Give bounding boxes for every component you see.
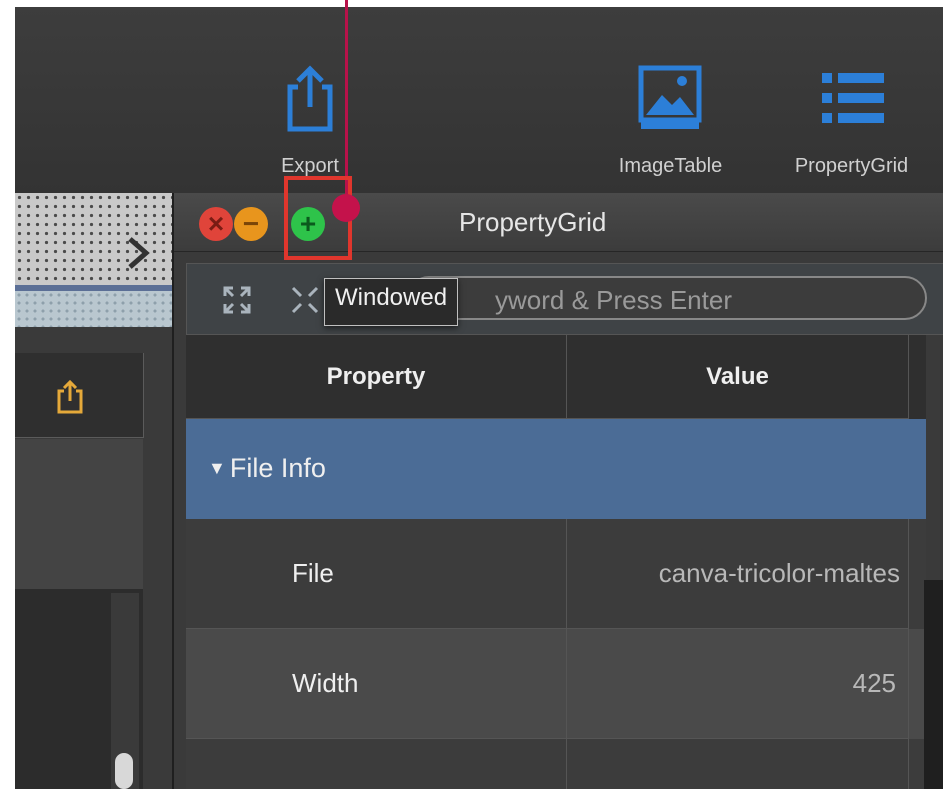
property-cell: File — [186, 519, 567, 629]
value-cell[interactable]: 425 — [567, 629, 909, 739]
left-pane — [15, 193, 172, 789]
collapse-icon[interactable] — [291, 286, 319, 314]
scrollbar-thumb[interactable] — [115, 753, 133, 789]
search-placeholder: yword & Press Enter — [495, 285, 732, 315]
share-icon — [287, 65, 333, 132]
disclosure-triangle-icon[interactable]: ▼ — [208, 458, 226, 479]
group-row-file-info[interactable]: ▼ File Info — [186, 419, 926, 519]
column-header-value[interactable]: Value — [567, 335, 909, 419]
minimize-button[interactable]: − — [234, 207, 268, 241]
group-label: File Info — [229, 453, 326, 483]
table-row[interactable]: File canva-tricolor-maltes — [186, 519, 926, 629]
close-button[interactable]: × — [199, 207, 233, 241]
column-header-property[interactable]: Property — [186, 335, 567, 419]
table-row[interactable]: Width 425 — [186, 629, 926, 739]
group-value-cell — [567, 419, 909, 519]
property-cell — [186, 739, 567, 789]
image-icon — [638, 65, 702, 129]
chevron-right-icon[interactable] — [118, 233, 158, 273]
value-cell[interactable] — [567, 739, 909, 789]
property-cell: Width — [186, 629, 567, 739]
search-input[interactable]: yword & Press Enter — [407, 276, 927, 320]
left-panel — [15, 439, 143, 589]
export-label: Export — [281, 155, 339, 177]
imagetable-label: ImageTable — [618, 155, 723, 177]
share-icon[interactable] — [55, 379, 85, 415]
window-title: PropertyGrid — [459, 207, 607, 237]
minimize-icon: − — [242, 208, 260, 239]
propertygrid-label: PropertyGrid — [794, 155, 909, 177]
toolbar: Export ImageTable PropertyGrid — [15, 7, 943, 193]
table-scroll-gutter — [924, 580, 943, 789]
table-header: Property Value — [186, 335, 926, 419]
filter-bar: yword & Press Enter — [186, 263, 943, 335]
propertygrid-window: × − + PropertyGrid yword & Press Enter W… — [172, 193, 943, 789]
annotation-marker — [332, 194, 360, 222]
list-icon — [822, 73, 884, 123]
image-preview-strip — [15, 291, 172, 327]
windowed-tooltip: Windowed — [324, 278, 459, 326]
value-cell[interactable]: canva-tricolor-maltes — [567, 519, 909, 629]
expand-icon[interactable] — [223, 286, 251, 314]
app-screenshot: Export ImageTable PropertyGrid × − + Pro… — [15, 7, 943, 789]
table-row[interactable] — [186, 739, 926, 789]
property-table: Property Value ▼ File Info File canva-tr… — [186, 335, 943, 789]
close-icon: × — [207, 208, 225, 239]
group-label-cell: ▼ File Info — [186, 419, 567, 519]
